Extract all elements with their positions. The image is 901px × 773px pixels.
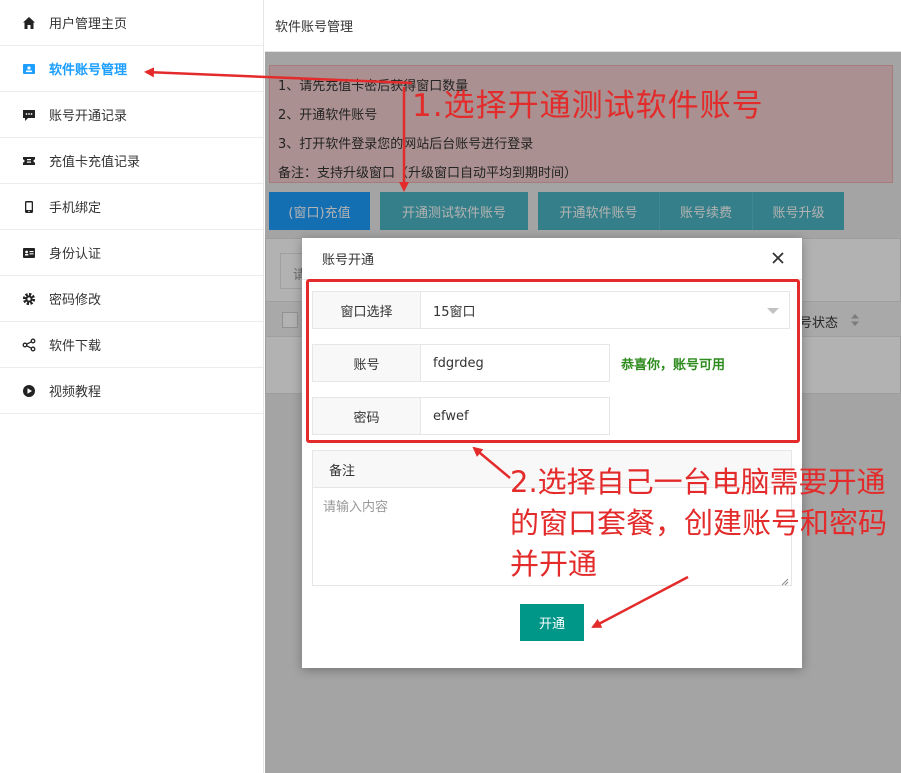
play-icon — [22, 384, 36, 398]
gear-icon — [22, 292, 36, 306]
sidebar-item-open-records[interactable]: 账号开通记录 — [0, 92, 263, 138]
open-account-dialog: 账号开通 窗口选择 15窗口 账号 fdgrdeg 恭喜你，账号可用 密码 ef… — [302, 238, 802, 668]
dialog-header: 账号开通 — [302, 238, 802, 280]
submit-open-button[interactable]: 开通 — [520, 604, 584, 641]
sidebar-item-phone-binding[interactable]: 手机绑定 — [0, 184, 263, 230]
sidebar-item-label: 身份认证 — [49, 247, 102, 262]
annotation-step2: 2.选择自己一台电脑需要开通的窗口套餐，创建账号和密码并开通 — [510, 465, 888, 581]
sidebar-item-password[interactable]: 密码修改 — [0, 276, 263, 322]
highlight-box — [306, 279, 800, 443]
chat-icon — [22, 108, 36, 122]
id-card-icon — [22, 62, 36, 76]
sidebar-item-label: 软件下载 — [49, 339, 102, 354]
sidebar-item-identity[interactable]: 身份认证 — [0, 230, 263, 276]
vcard-icon — [22, 246, 36, 260]
sidebar-item-label: 软件账号管理 — [49, 63, 128, 78]
annotation-step1: 1.选择开通测试软件账号 — [412, 88, 764, 124]
share-icon — [22, 338, 36, 352]
dialog-title: 账号开通 — [322, 253, 375, 268]
sidebar-item-video-tutorial[interactable]: 视频教程 — [0, 368, 263, 414]
sidebar-item-home[interactable]: 用户管理主页 — [0, 0, 263, 46]
page-header: 软件账号管理 — [265, 0, 901, 52]
phone-icon — [22, 200, 36, 214]
sidebar-item-label: 用户管理主页 — [49, 17, 128, 32]
sidebar-item-software-accounts[interactable]: 软件账号管理 — [0, 46, 263, 92]
sidebar-item-label: 视频教程 — [49, 385, 102, 400]
home-icon — [22, 16, 36, 30]
sidebar-item-label: 账号开通记录 — [49, 109, 128, 124]
close-icon[interactable] — [770, 250, 786, 266]
page-title: 软件账号管理 — [275, 20, 354, 35]
sidebar-item-label: 手机绑定 — [49, 201, 102, 216]
sidebar-item-download[interactable]: 软件下载 — [0, 322, 263, 368]
sidebar-item-recharge-records[interactable]: 充值卡充值记录 — [0, 138, 263, 184]
sidebar-item-label: 密码修改 — [49, 293, 102, 308]
sidebar: 用户管理主页 软件账号管理 账号开通记录 充值卡充值记录 手机绑定 身份认证 密… — [0, 0, 264, 773]
sidebar-item-label: 充值卡充值记录 — [49, 155, 141, 170]
ticket-icon — [22, 154, 36, 168]
